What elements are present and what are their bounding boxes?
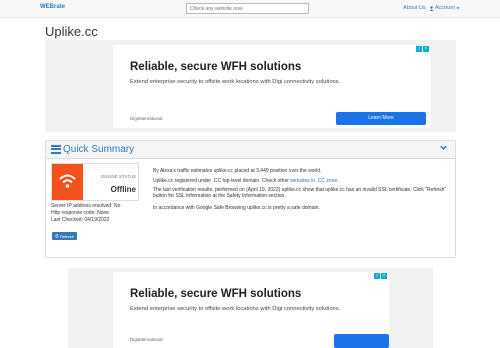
wifi-icon bbox=[52, 164, 83, 200]
refresh-button[interactable]: Refresh bbox=[52, 232, 77, 240]
refresh-icon bbox=[55, 234, 59, 238]
tld-text: Uplike.cc registered under .CC top-level… bbox=[153, 178, 448, 184]
safe-browsing-text: In accordance with Google Safe Browsing … bbox=[153, 205, 320, 211]
online-status-box: ONLINE STATUS Offline bbox=[51, 163, 139, 201]
ad-info-icon[interactable]: i bbox=[374, 273, 380, 279]
ad-description: Extend enterprise security to offsite wo… bbox=[130, 79, 341, 85]
quick-summary-panel: Quick Summary ONLINE STATUS Offline Serv… bbox=[45, 140, 456, 258]
cc-zone-link[interactable]: websites in .CC zone bbox=[290, 178, 337, 184]
ad-banner-top: i × Reliable, secure WFH solutions Exten… bbox=[45, 40, 456, 132]
status-label: ONLINE STATUS bbox=[100, 174, 136, 179]
ssl-text: The last verification results, performed… bbox=[153, 187, 447, 199]
search-input[interactable] bbox=[186, 3, 309, 14]
navbar: WEBrate About Us Account bbox=[0, 0, 500, 18]
brand-logo[interactable]: WEBrate bbox=[40, 4, 65, 10]
ad-headline[interactable]: Reliable, secure WFH solutions bbox=[130, 288, 301, 300]
alexa-rank-text: By Alexa's traffic estimates uplike.cc p… bbox=[153, 168, 322, 174]
tld-text-post: . bbox=[337, 178, 339, 184]
ad-choices[interactable]: i × bbox=[416, 46, 429, 52]
ad-sponsor: DigiInternational bbox=[130, 116, 163, 121]
nav-about-link[interactable]: About Us bbox=[403, 5, 426, 11]
ad-info-icon[interactable]: i bbox=[416, 46, 422, 52]
chevron-down-icon[interactable] bbox=[440, 144, 447, 151]
nav-account-label: Account bbox=[435, 5, 455, 11]
panel-heading[interactable]: Quick Summary bbox=[46, 141, 455, 159]
ad-close-icon[interactable]: × bbox=[423, 46, 429, 52]
ad-close-icon[interactable]: × bbox=[381, 273, 387, 279]
panel-title: Quick Summary bbox=[63, 144, 135, 155]
last-checked-text: Last Checked: 04/19/2022 bbox=[51, 217, 110, 223]
list-icon bbox=[51, 145, 61, 154]
caret-down-icon bbox=[456, 7, 460, 10]
ad-content[interactable]: i × Reliable, secure WFH solutions Exten… bbox=[113, 272, 389, 348]
page-title: Uplike.cc bbox=[45, 24, 98, 39]
http-code-text: Http response code: None bbox=[51, 210, 110, 216]
ad-description: Extend enterprise security to offsite wo… bbox=[130, 306, 341, 312]
refresh-label: Refresh bbox=[59, 233, 74, 239]
status-value: Offline bbox=[110, 185, 136, 194]
ad-choices[interactable]: i × bbox=[374, 273, 387, 279]
ad-headline[interactable]: Reliable, secure WFH solutions bbox=[130, 61, 301, 73]
ad-cta-button[interactable] bbox=[334, 334, 389, 348]
user-icon bbox=[429, 5, 434, 11]
ad-sponsor: DigiInternational bbox=[130, 337, 163, 342]
ad-content[interactable]: i × Reliable, secure WFH solutions Exten… bbox=[113, 45, 431, 128]
nav-account-dropdown[interactable]: Account bbox=[429, 5, 460, 11]
ad-learn-more-button[interactable]: Learn More bbox=[336, 112, 426, 125]
ad-banner-bottom: i × Reliable, secure WFH solutions Exten… bbox=[68, 268, 433, 348]
ip-resolved-text: Server IP address resolved: No bbox=[51, 203, 121, 209]
tld-text-pre: Uplike.cc registered under .CC top-level… bbox=[153, 178, 291, 184]
